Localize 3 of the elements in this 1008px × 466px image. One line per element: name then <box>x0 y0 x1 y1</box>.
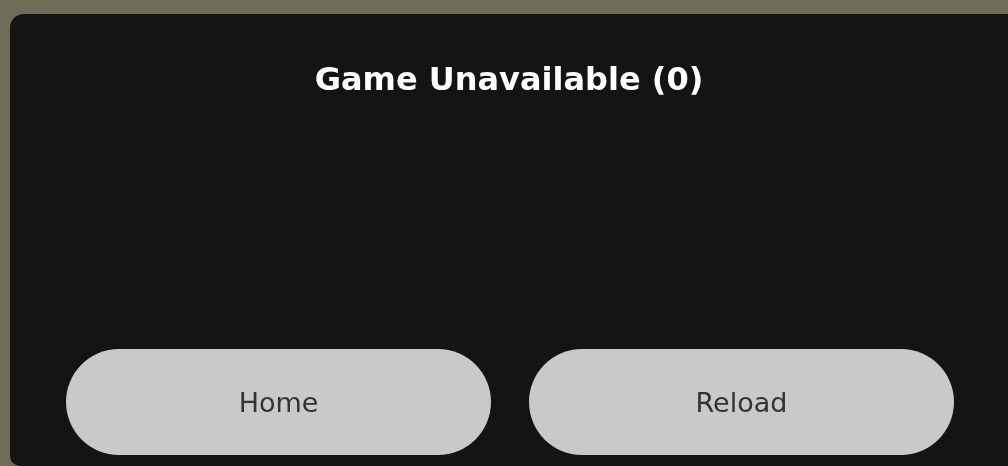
dialog-button[interactable]: Reload <box>529 349 954 455</box>
dialog-title: Game Unavailable (0) <box>314 60 704 98</box>
dialog-button[interactable]: Home <box>66 349 491 455</box>
